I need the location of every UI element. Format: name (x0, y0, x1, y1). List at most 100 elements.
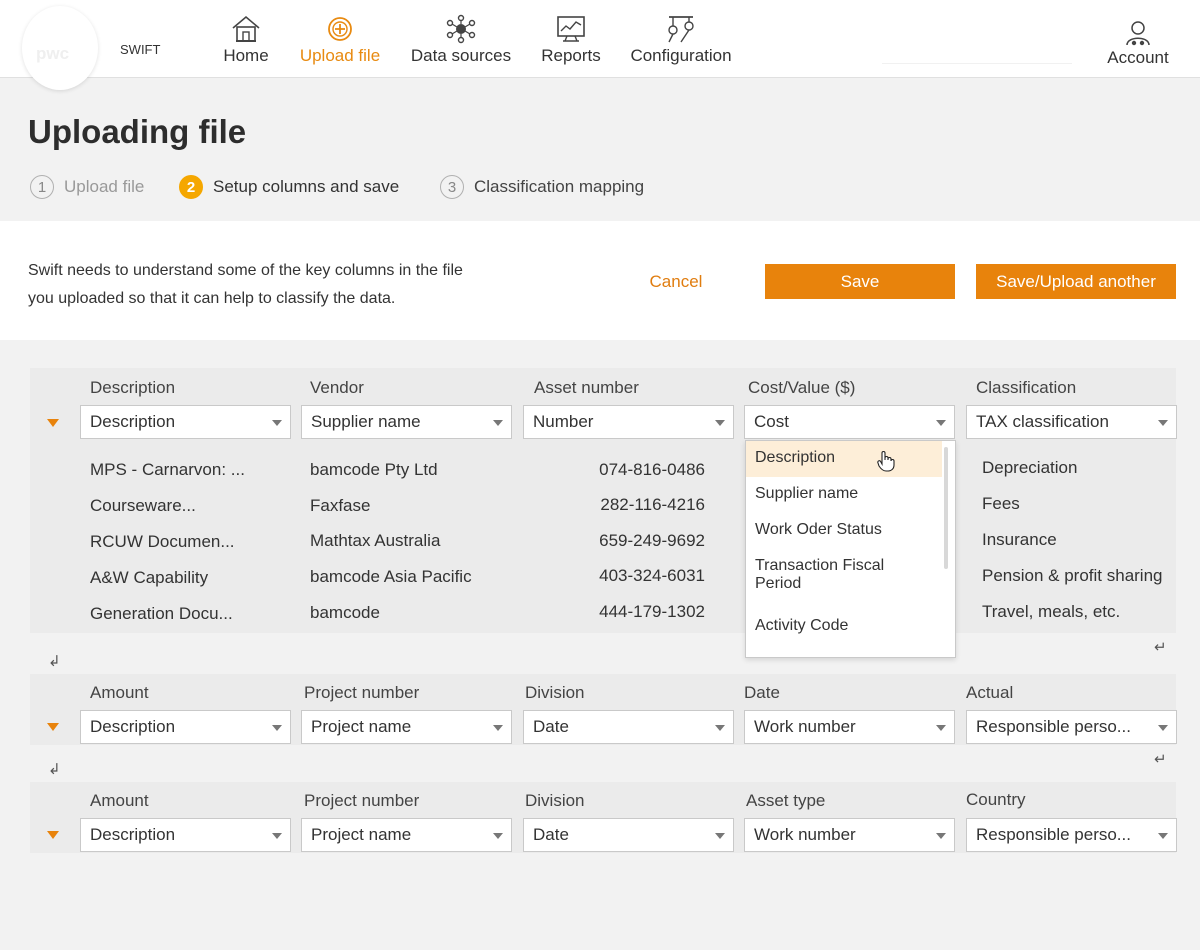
table-cell: bamcode (310, 603, 380, 622)
chevron-down-icon (493, 725, 503, 731)
table-cell: Generation Docu... (90, 604, 233, 623)
account-menu[interactable]: Account (1104, 20, 1172, 68)
nav-data-sources[interactable]: Data sources (410, 14, 512, 66)
chevron-down-icon (936, 420, 946, 426)
nav-reports-label: Reports (541, 46, 601, 65)
collapse-toggle-icon[interactable] (47, 419, 59, 427)
account-icon (1126, 21, 1150, 46)
intro-line-1: Swift needs to understand some of the ke… (28, 262, 463, 279)
dropdown-option[interactable]: Description (746, 441, 942, 477)
table-cell: Faxfase (310, 496, 371, 515)
nav-upload-file-label: Upload file (299, 46, 381, 65)
column-header: Description (90, 378, 176, 397)
dropdown-option[interactable]: Transaction Fiscal Period (746, 557, 906, 593)
dropdown-option[interactable]: Work Oder Status (746, 521, 942, 539)
column-header: Project number (304, 791, 420, 810)
save-upload-another-button[interactable]: Save/Upload another (976, 264, 1176, 299)
table-cell: Depreciation (982, 458, 1078, 477)
dropdown-option[interactable]: Activity Code (746, 617, 942, 635)
dropdown-option[interactable]: Supplier name (746, 485, 942, 503)
column-mapping-select[interactable]: Number (523, 405, 734, 439)
column-mapping-select[interactable]: Description (80, 710, 291, 744)
step-label: Upload file (64, 177, 145, 196)
column-header: Asset type (746, 791, 826, 810)
nav-reports[interactable]: Reports (540, 14, 602, 66)
dropdown-scrollbar[interactable] (944, 447, 948, 569)
table-cell: 074-816-0486 (599, 460, 705, 479)
home-icon (232, 15, 260, 42)
column-mapping-select[interactable]: Project name (301, 710, 512, 744)
reports-icon (557, 16, 585, 42)
table-cell: Courseware... (90, 496, 196, 515)
intro-line-2: you uploaded so that it can help to clas… (28, 290, 396, 307)
nav-data-sources-label: Data sources (410, 46, 512, 65)
wrap-left-icon[interactable]: ↲ (48, 652, 61, 670)
chevron-down-icon (936, 725, 946, 731)
column-header: Division (525, 791, 585, 810)
nav-upload-file[interactable]: Upload file (298, 14, 382, 66)
search-field[interactable] (882, 48, 1072, 64)
top-navigation-bar: pwc SWIFT Home Upload file Data sources … (0, 0, 1200, 90)
return-icon[interactable]: ↵ (1154, 638, 1167, 656)
column-header: Vendor (310, 378, 364, 397)
column-mapping-select[interactable]: Responsible perso... (966, 710, 1177, 744)
column-mapping-select[interactable]: Work number (744, 710, 955, 744)
configuration-icon (668, 16, 694, 43)
table-cell: RCUW Documen... (90, 532, 235, 551)
column-header: Asset number (534, 378, 639, 397)
chevron-down-icon (715, 725, 725, 731)
table-cell: bamcode Pty Ltd (310, 460, 438, 479)
intro-text: Swift needs to understand some of the ke… (28, 257, 538, 313)
account-label: Account (1107, 48, 1169, 67)
column-mapping-select-open[interactable]: Cost (744, 405, 955, 439)
column-mapping-select[interactable]: Date (523, 818, 734, 852)
column-options-dropdown: Description Supplier name Work Oder Stat… (745, 440, 956, 658)
return-icon[interactable]: ↵ (1154, 750, 1167, 768)
nav-home[interactable]: Home (222, 14, 270, 66)
column-header: Project number (304, 683, 420, 702)
column-mapping-select[interactable]: Project name (301, 818, 512, 852)
step-number: 3 (440, 175, 464, 199)
column-header: Actual (966, 683, 1014, 702)
table-cell: 403-324-6031 (599, 566, 705, 585)
chevron-down-icon (272, 833, 282, 839)
chevron-down-icon (1158, 420, 1168, 426)
column-mapping-select[interactable]: Description (80, 405, 291, 439)
table-cell: 444-179-1302 (599, 602, 705, 621)
column-header: Classification (976, 378, 1077, 397)
wrap-left-icon[interactable]: ↲ (48, 760, 61, 778)
column-mapping-select[interactable]: Date (523, 710, 734, 744)
column-mapping-select[interactable]: Supplier name (301, 405, 512, 439)
chevron-down-icon (715, 420, 725, 426)
pwc-logo-text: pwc (36, 44, 70, 63)
column-mapping-select[interactable]: TAX classification (966, 405, 1177, 439)
column-mapping-select[interactable]: Work number (744, 818, 955, 852)
chevron-down-icon (272, 420, 282, 426)
collapse-toggle-icon[interactable] (47, 723, 59, 731)
column-header: Country (966, 790, 1026, 809)
cancel-button[interactable]: Cancel (630, 264, 722, 299)
chevron-down-icon (715, 833, 725, 839)
column-mapping-select[interactable]: Description (80, 818, 291, 852)
data-sources-icon (446, 14, 476, 44)
step-upload-file[interactable]: 1 Upload file (30, 175, 144, 199)
column-header: Amount (90, 683, 149, 702)
column-mapping-select[interactable]: Responsible perso... (966, 818, 1177, 852)
step-setup-columns[interactable]: 2 Setup columns and save (179, 175, 399, 199)
table-cell: Pension & profit sharing (982, 566, 1163, 585)
app-name: SWIFT (120, 42, 161, 57)
table-cell: MPS - Carnarvon: ... (90, 460, 245, 479)
table-cell: Fees (982, 494, 1020, 513)
collapse-toggle-icon[interactable] (47, 831, 59, 839)
page-title: Uploading file (28, 113, 247, 150)
save-button[interactable]: Save (765, 264, 955, 299)
step-number: 2 (179, 175, 203, 199)
step-classification-mapping[interactable]: 3 Classification mapping (440, 175, 644, 199)
chevron-down-icon (493, 833, 503, 839)
table-cell: bamcode Asia Pacific (310, 567, 472, 586)
chevron-down-icon (1158, 833, 1168, 839)
table-cell: Insurance (982, 530, 1057, 549)
column-header: Amount (90, 791, 149, 810)
nav-configuration[interactable]: Configuration (628, 14, 734, 66)
column-header: Date (744, 683, 780, 702)
